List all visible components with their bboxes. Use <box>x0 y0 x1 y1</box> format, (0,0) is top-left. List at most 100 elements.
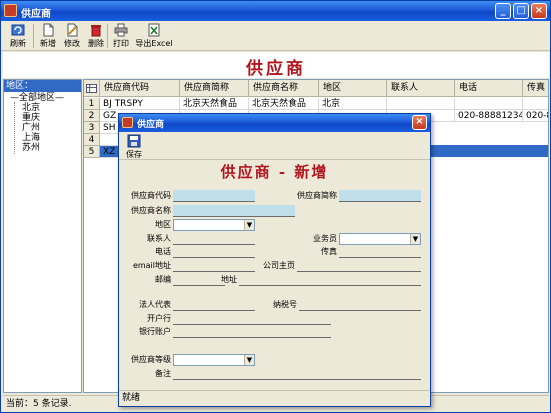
tax-no-field[interactable] <box>299 299 421 311</box>
export-excel-label: 导出Excel <box>135 39 173 48</box>
supplier-new-dialog: 供应商 × 保存 供应商 - 新增 供应商代码 供应商简称 供应商名称 地区 ▼… <box>118 113 431 407</box>
chevron-down-icon: ▼ <box>244 220 254 230</box>
minimize-button[interactable]: _ <box>495 3 511 19</box>
region-label: 地区 <box>155 220 171 229</box>
main-title-bar[interactable]: 供应商 _ □ × <box>1 1 550 21</box>
print-button[interactable]: 打印 <box>110 22 132 50</box>
grid-cell[interactable]: 北京天然食品 <box>180 98 249 110</box>
homepage-field[interactable] <box>297 260 421 272</box>
remark-field[interactable] <box>173 368 421 380</box>
grid-cell[interactable] <box>455 98 523 110</box>
contact-label: 联系人 <box>147 234 171 243</box>
phone-field[interactable] <box>173 246 255 258</box>
row-number[interactable]: 2 <box>84 110 100 122</box>
grid-corner <box>84 80 100 97</box>
phone-label: 电话 <box>155 247 171 256</box>
excel-icon <box>148 23 160 37</box>
new-button[interactable]: 新增 <box>37 22 59 50</box>
window-title: 供应商 <box>21 9 51 20</box>
region-tree[interactable]: 地区： —全部地区— 北京 重庆 广州 上海 苏州 <box>3 79 82 393</box>
maximize-button[interactable]: □ <box>513 3 529 19</box>
grid-cell[interactable]: BJ TRSPY <box>100 98 180 110</box>
legal-rep-field[interactable] <box>173 299 255 311</box>
email-label: email地址 <box>132 261 171 270</box>
dialog-title-bar[interactable]: 供应商 × <box>119 114 430 132</box>
grid-cell[interactable]: 020-888 <box>523 110 548 122</box>
salesman-label: 业务员 <box>313 234 337 243</box>
email-field[interactable] <box>173 260 255 272</box>
name-field[interactable] <box>173 205 295 217</box>
grid-icon <box>86 84 97 93</box>
row-number[interactable]: 4 <box>84 134 100 146</box>
address-label: 地址 <box>221 275 237 284</box>
dialog-title: 供应商 <box>137 120 165 130</box>
chevron-down-icon: ▼ <box>410 234 420 244</box>
grid-cell[interactable]: 北京 <box>319 98 387 110</box>
close-button[interactable]: × <box>531 3 547 19</box>
refresh-button[interactable]: 刷新 <box>7 22 29 50</box>
edit-icon <box>67 23 78 37</box>
dialog-toolbar: 保存 <box>119 132 430 160</box>
zip-field[interactable] <box>173 274 225 286</box>
new-document-icon <box>43 23 54 37</box>
tree-item-region[interactable]: 苏州 <box>22 143 40 154</box>
code-field[interactable] <box>173 190 255 202</box>
legal-rep-label: 法人代表 <box>139 300 171 309</box>
region-tree-header: 地区： <box>4 80 81 92</box>
page-banner: 供应商 <box>3 52 549 79</box>
toolbar-separator <box>33 24 34 48</box>
column-header[interactable]: 传真 <box>523 80 548 97</box>
bank-field[interactable] <box>173 313 331 325</box>
column-header[interactable]: 供应商简称 <box>180 80 249 97</box>
grade-select[interactable]: ▼ <box>173 354 255 366</box>
dialog-status-bar: 就绪 <box>119 390 430 406</box>
account-field[interactable] <box>173 326 331 338</box>
short-name-field[interactable] <box>339 190 421 202</box>
homepage-label: 公司主页 <box>263 261 295 270</box>
dialog-app-icon <box>122 117 133 128</box>
grid-cell[interactable]: 020-88881234 <box>455 110 523 122</box>
save-disk-icon <box>127 134 141 148</box>
account-label: 银行账户 <box>139 327 171 336</box>
name-label: 供应商名称 <box>131 206 171 215</box>
delete-label: 删除 <box>88 39 104 48</box>
app-icon <box>4 4 17 17</box>
region-select[interactable]: ▼ <box>173 219 255 231</box>
edit-label: 修改 <box>64 39 80 48</box>
contact-field[interactable] <box>173 233 255 245</box>
address-field[interactable] <box>239 274 421 286</box>
edit-button[interactable]: 修改 <box>61 22 83 50</box>
printer-icon <box>114 23 128 37</box>
save-button[interactable]: 保存 <box>123 133 145 161</box>
dialog-heading: 供应商 - 新增 <box>220 163 329 181</box>
fax-label: 传真 <box>321 247 337 256</box>
tree-connector <box>14 102 15 154</box>
fax-field[interactable] <box>339 246 421 258</box>
column-header[interactable]: 电话 <box>455 80 523 97</box>
new-label: 新增 <box>40 39 56 48</box>
export-excel-button[interactable]: 导出Excel <box>134 22 174 50</box>
toolbar: 刷新 新增 修改 删除 打印 导出Excel <box>1 21 550 51</box>
row-number[interactable]: 1 <box>84 98 100 110</box>
refresh-label: 刷新 <box>10 39 26 48</box>
dialog-close-button[interactable]: × <box>412 115 427 130</box>
grid-cell[interactable]: 北京天然食品 <box>249 98 319 110</box>
bank-label: 开户行 <box>147 314 171 323</box>
column-header[interactable]: 供应商代码 <box>100 80 180 97</box>
column-header[interactable]: 地区 <box>319 80 387 97</box>
toolbar-separator <box>107 24 108 48</box>
salesman-select[interactable]: ▼ <box>339 233 421 245</box>
column-header[interactable]: 供应商名称 <box>249 80 319 97</box>
column-header[interactable]: 联系人 <box>387 80 455 97</box>
grid-cell[interactable] <box>523 98 548 110</box>
short-name-label: 供应商简称 <box>297 191 337 200</box>
refresh-icon <box>11 24 25 36</box>
remark-label: 备注 <box>155 369 171 378</box>
row-number[interactable]: 3 <box>84 122 100 134</box>
row-number[interactable]: 5 <box>84 146 100 158</box>
grid-cell[interactable] <box>387 98 455 110</box>
code-label: 供应商代码 <box>131 191 171 200</box>
delete-button[interactable]: 删除 <box>85 22 107 50</box>
print-label: 打印 <box>113 39 129 48</box>
save-label: 保存 <box>126 150 142 159</box>
